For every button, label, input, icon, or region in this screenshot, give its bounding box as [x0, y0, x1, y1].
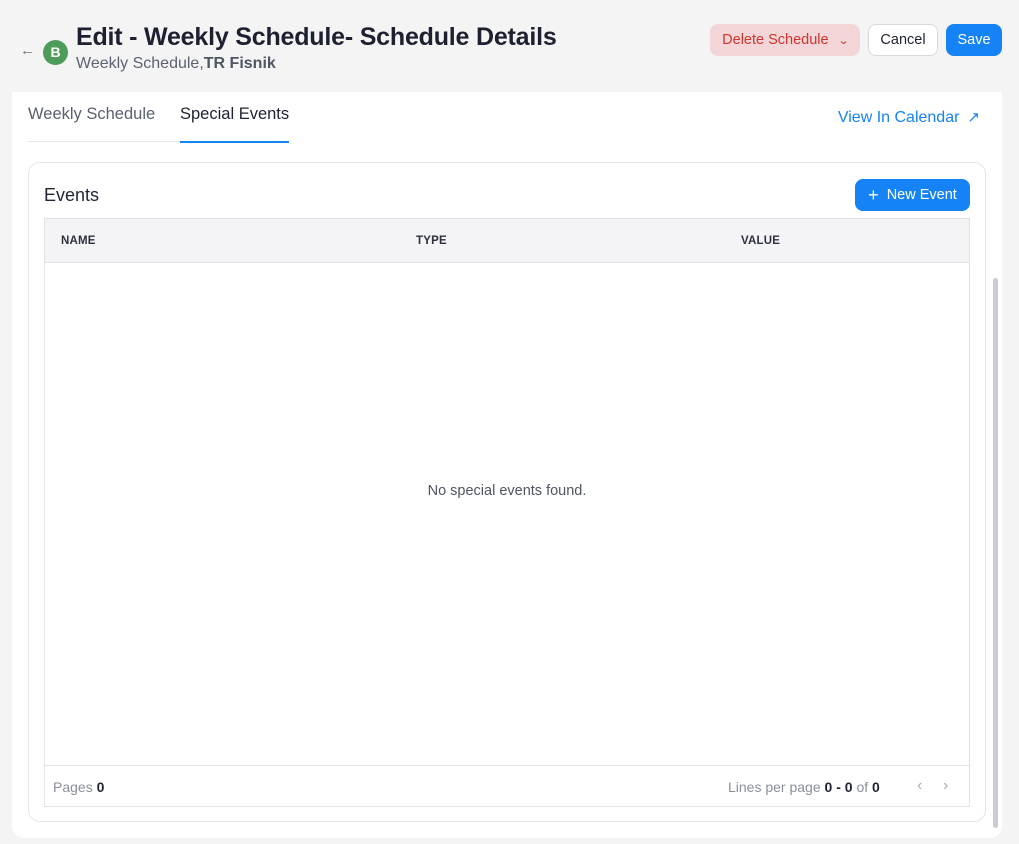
- arrow-up-right-icon: ↗: [967, 109, 980, 126]
- tab-bar: Weekly Schedule Special Events: [28, 92, 289, 143]
- lines-label: Lines per page: [728, 779, 821, 795]
- page-header: ← B Edit - Weekly Schedule- Schedule Det…: [0, 0, 1019, 92]
- delete-schedule-label: Delete Schedule: [722, 32, 829, 48]
- save-button[interactable]: Save: [946, 24, 1002, 56]
- avatar: B: [43, 40, 68, 65]
- scrollbar[interactable]: [993, 278, 998, 828]
- main-panel: Weekly Schedule Special Events View In C…: [12, 92, 1002, 838]
- subtitle-schedule-name: TR Fisnik: [203, 55, 276, 72]
- page-subtitle: Weekly Schedule,TR Fisnik: [76, 55, 276, 73]
- pages-count: Pages 0: [53, 779, 104, 795]
- arrow-left-icon[interactable]: ←: [20, 43, 36, 59]
- events-title: Events: [44, 185, 100, 205]
- new-event-label: New Event: [886, 187, 957, 203]
- column-header-type[interactable]: TYPE: [416, 235, 447, 247]
- plus-icon: +: [868, 185, 879, 205]
- cancel-button[interactable]: Cancel: [868, 24, 938, 56]
- lines-of-label: of: [856, 779, 869, 795]
- table-footer: Pages 0 Lines per page 0 - 0 of 0 ‹ ›: [45, 765, 969, 806]
- lines-total: 0: [872, 779, 880, 795]
- chevron-right-icon[interactable]: ›: [943, 777, 948, 795]
- chevron-left-icon[interactable]: ‹: [917, 777, 922, 795]
- chevron-down-icon: ⌄: [837, 34, 850, 47]
- empty-state-message: No special events found.: [427, 483, 587, 499]
- pages-label: Pages: [53, 779, 93, 795]
- column-header-value[interactable]: VALUE: [741, 235, 780, 247]
- view-in-calendar-link[interactable]: View In Calendar ↗: [838, 108, 980, 127]
- view-in-calendar-label: View In Calendar: [837, 109, 960, 126]
- page-title: Edit - Weekly Schedule- Schedule Details: [76, 23, 557, 51]
- events-card: Events + New Event NAME TYPE VALUE No sp…: [28, 162, 986, 822]
- column-header-name[interactable]: NAME: [61, 235, 96, 247]
- events-table: NAME TYPE VALUE No special events found.…: [44, 218, 970, 807]
- lines-per-page: Lines per page 0 - 0 of 0: [728, 779, 880, 795]
- tab-weekly-schedule[interactable]: Weekly Schedule: [28, 92, 180, 142]
- subtitle-schedule-type: Weekly Schedule,: [76, 55, 204, 72]
- tab-special-events[interactable]: Special Events: [180, 92, 289, 143]
- new-event-button[interactable]: + New Event: [855, 179, 970, 211]
- lines-range: 0 - 0: [824, 779, 853, 795]
- delete-schedule-button[interactable]: Delete Schedule ⌄: [710, 24, 860, 56]
- table-header: NAME TYPE VALUE: [45, 219, 969, 263]
- pages-value: 0: [96, 779, 105, 795]
